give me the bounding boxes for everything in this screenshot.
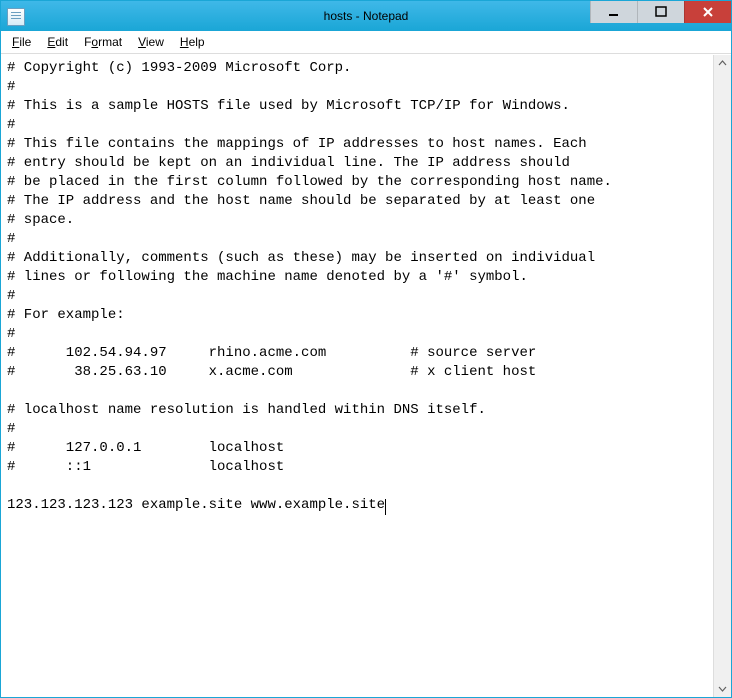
text-editor[interactable]: # Copyright (c) 1993-2009 Microsoft Corp… bbox=[1, 55, 713, 697]
text-caret bbox=[385, 499, 386, 515]
menu-format[interactable]: Format bbox=[77, 33, 129, 51]
notepad-window: hosts - Notepad File Edit Format View He… bbox=[0, 0, 732, 698]
minimize-icon bbox=[608, 6, 620, 18]
editor-text: # Copyright (c) 1993-2009 Microsoft Corp… bbox=[7, 60, 612, 513]
titlebar[interactable]: hosts - Notepad bbox=[1, 1, 731, 31]
content-area: # Copyright (c) 1993-2009 Microsoft Corp… bbox=[1, 54, 731, 697]
scroll-up-button[interactable] bbox=[714, 55, 731, 72]
vertical-scrollbar[interactable] bbox=[713, 55, 731, 697]
chevron-up-icon bbox=[718, 59, 727, 68]
window-controls bbox=[590, 1, 731, 23]
menu-view[interactable]: View bbox=[131, 33, 171, 51]
notepad-icon bbox=[7, 8, 25, 26]
chevron-down-icon bbox=[718, 684, 727, 693]
close-icon bbox=[702, 6, 714, 18]
scroll-down-button[interactable] bbox=[714, 680, 731, 697]
scroll-track[interactable] bbox=[714, 72, 731, 680]
menu-help[interactable]: Help bbox=[173, 33, 212, 51]
maximize-button[interactable] bbox=[637, 1, 684, 23]
maximize-icon bbox=[655, 6, 667, 18]
menu-file[interactable]: File bbox=[5, 33, 38, 51]
menu-edit[interactable]: Edit bbox=[40, 33, 75, 51]
close-button[interactable] bbox=[684, 1, 731, 23]
menubar: File Edit Format View Help bbox=[1, 31, 731, 54]
minimize-button[interactable] bbox=[590, 1, 637, 23]
